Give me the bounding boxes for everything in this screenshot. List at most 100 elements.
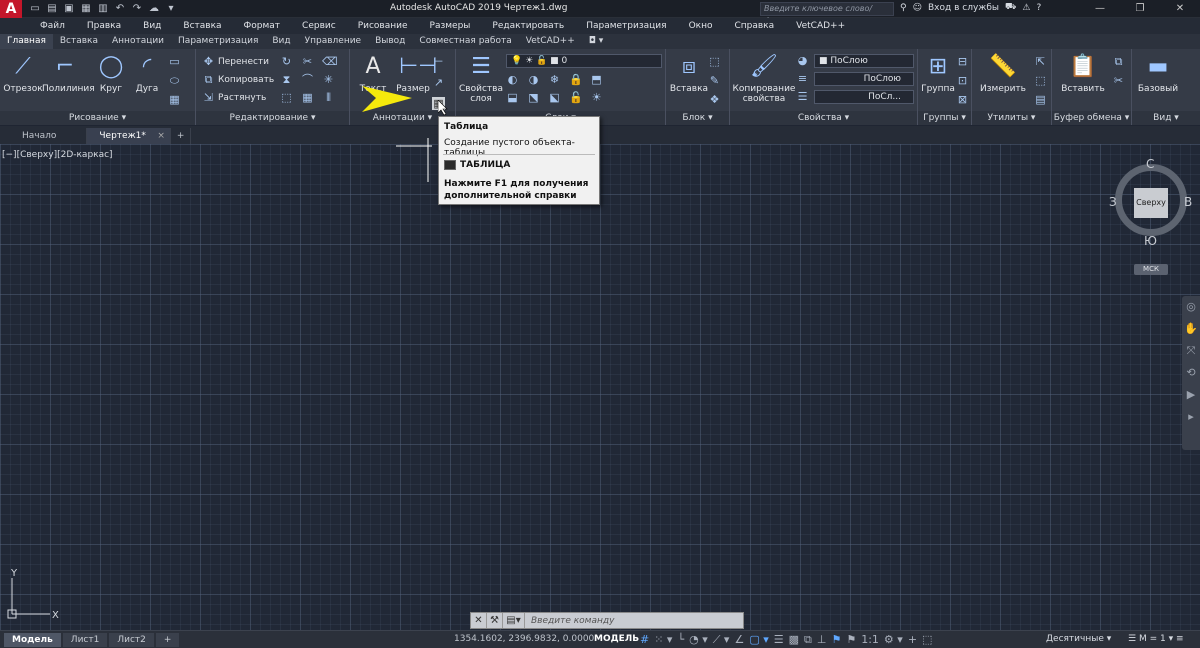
linetype-dropdown[interactable]: ПоСлою: [814, 72, 914, 86]
zoom-icon[interactable]: ⤧: [1182, 340, 1200, 362]
layer-lock-icon[interactable]: 🔒: [569, 73, 583, 86]
view-panel-label[interactable]: Вид ▾: [1132, 111, 1200, 125]
object-snap-icon[interactable]: ▢ ▾: [749, 633, 768, 647]
scale-value[interactable]: 1:1: [861, 633, 879, 647]
group-edit-icon[interactable]: ⊡: [956, 74, 969, 87]
open-icon[interactable]: ▤: [45, 2, 59, 15]
menu-insert[interactable]: Вставка: [172, 18, 232, 34]
draw-panel-label[interactable]: Рисование ▾: [0, 111, 195, 125]
transparency-icon[interactable]: ▩: [789, 633, 799, 647]
edit-block-icon[interactable]: ✎: [708, 74, 721, 87]
customize-icon[interactable]: ≡: [1176, 634, 1184, 644]
move-button[interactable]: ✥ Перенести: [202, 55, 269, 68]
lineweight-toggle-icon[interactable]: ☰: [774, 633, 784, 647]
layer-freeze-icon[interactable]: ❄: [548, 73, 561, 86]
isodraft-icon[interactable]: ⟋ ▾: [713, 633, 730, 647]
close-icon[interactable]: ✕: [1160, 0, 1200, 18]
tab-start[interactable]: Начало: [10, 128, 88, 144]
command-input[interactable]: Введите команду: [525, 616, 614, 626]
wcs-menu[interactable]: МСК: [1134, 264, 1168, 275]
isolate-objects-icon[interactable]: ⬚: [922, 633, 932, 647]
menu-tools[interactable]: Сервис: [291, 18, 347, 34]
scale-indicator[interactable]: ☰ M = 1 ▾ ≡: [1128, 634, 1184, 644]
tab-view[interactable]: Вид: [265, 34, 297, 49]
viewport-controls[interactable]: [−][Сверху][2D-каркас]: [2, 150, 113, 160]
add-tab-icon[interactable]: +: [171, 128, 192, 144]
help-icon[interactable]: ?: [1036, 3, 1041, 13]
pan-icon[interactable]: ✋: [1182, 318, 1200, 340]
color-dropdown[interactable]: ■ ПоСлою: [814, 54, 914, 68]
layer-dropdown[interactable]: 💡 ☀ 🔓 ■ 0: [506, 54, 662, 68]
line-button[interactable]: ⟋ Отрезок: [0, 53, 46, 94]
selection-cycling-icon[interactable]: ⧉: [804, 633, 812, 647]
layer-current-icon[interactable]: ⬒: [590, 73, 603, 86]
create-block-icon[interactable]: ⬚: [708, 55, 721, 68]
nav-options-icon[interactable]: ▸: [1182, 406, 1200, 428]
hatch-icon[interactable]: ▦: [168, 93, 181, 106]
linear-dim-icon[interactable]: ⊢: [432, 55, 445, 68]
properties-panel-label[interactable]: Свойства ▾: [730, 111, 917, 125]
layer-walk-icon[interactable]: ⬕: [548, 91, 561, 104]
close-icon[interactable]: ✕: [471, 613, 487, 628]
rectangle-icon[interactable]: ▭: [168, 55, 181, 68]
cart-icon[interactable]: ⛟: [1005, 2, 1016, 13]
menu-file[interactable]: Файл: [0, 18, 76, 34]
annotation-scale-icon[interactable]: ⚑: [831, 633, 841, 647]
save-icon[interactable]: ▣: [62, 2, 76, 15]
close-tab-icon[interactable]: ×: [157, 128, 165, 144]
layer-off-icon[interactable]: ◐: [506, 73, 519, 86]
ungroup-icon[interactable]: ⊟: [956, 55, 969, 68]
base-view-button[interactable]: ▬ Базовый: [1134, 53, 1182, 94]
coordinates-readout[interactable]: 1354.1602, 2396.9832, 0.0000: [454, 634, 594, 644]
menu-help[interactable]: Справка: [723, 18, 785, 34]
annotation-monitor-icon[interactable]: +: [908, 633, 917, 647]
tab-annotate[interactable]: Аннотации: [105, 34, 171, 49]
menu-dimension[interactable]: Размеры: [419, 18, 482, 34]
trim-icon[interactable]: ✂: [301, 55, 314, 68]
modify-panel-label[interactable]: Редактирование ▾: [196, 111, 349, 125]
fillet-icon[interactable]: ⌒: [301, 73, 314, 86]
menu-vetcad[interactable]: VetCAD++: [785, 18, 856, 34]
menu-edit[interactable]: Правка: [76, 18, 132, 34]
erase-icon[interactable]: ⌫: [322, 55, 338, 68]
binoculars-icon[interactable]: ⚲: [900, 3, 907, 13]
cut-icon[interactable]: ✂: [1112, 74, 1125, 87]
search-input[interactable]: Введите ключевое слово/фразу: [760, 2, 894, 25]
annotation-visibility-icon[interactable]: ⚑: [846, 633, 856, 647]
layer-isolate-icon[interactable]: ◑: [527, 73, 540, 86]
tab-manage[interactable]: Управление: [298, 34, 368, 49]
ellipse-icon[interactable]: ⬭: [168, 74, 181, 87]
new-icon[interactable]: ▭: [28, 2, 42, 15]
restore-icon[interactable]: ❐: [1120, 0, 1160, 18]
dynamic-ucs-icon[interactable]: ⊥: [817, 633, 827, 647]
menu-view[interactable]: Вид: [132, 18, 172, 34]
undo-icon[interactable]: ↶: [113, 2, 127, 15]
quick-select-icon[interactable]: ⇱: [1034, 55, 1047, 68]
select-all-icon[interactable]: ⬚: [1034, 74, 1047, 87]
tab-vetcad[interactable]: VetCAD++: [519, 34, 582, 49]
explode-icon[interactable]: ✳: [322, 73, 335, 86]
plot-icon[interactable]: ▥: [96, 2, 110, 15]
clipboard-panel-label[interactable]: Буфер обмена ▾: [1052, 111, 1131, 125]
copy-button[interactable]: ⧉ Копировать: [202, 73, 275, 86]
layer-unlock-icon[interactable]: 🔓: [569, 91, 583, 104]
mirror-icon[interactable]: ⧗: [280, 73, 293, 86]
share-icon[interactable]: ☁: [147, 2, 161, 15]
group-button[interactable]: ⊞ Группа: [918, 53, 958, 94]
login-button[interactable]: Вход в службы: [928, 3, 999, 13]
grid-icon[interactable]: #: [640, 633, 649, 647]
ortho-icon[interactable]: └: [677, 633, 684, 647]
compass-south[interactable]: Ю: [1144, 234, 1157, 248]
snap-icon[interactable]: ⁙ ▾: [654, 633, 672, 647]
calculator-icon[interactable]: ▤: [1034, 93, 1047, 106]
chevron-down-icon[interactable]: ▾: [164, 2, 178, 15]
menu-draw[interactable]: Рисование: [347, 18, 419, 34]
compass-north[interactable]: С: [1146, 157, 1154, 171]
minimize-icon[interactable]: —: [1080, 0, 1120, 18]
polar-icon[interactable]: ◔ ▾: [689, 633, 708, 647]
object-snap-tracking-icon[interactable]: ∠: [734, 633, 744, 647]
insert-button[interactable]: ⧈ Вставка: [666, 53, 712, 94]
showmotion-icon[interactable]: ▶: [1182, 384, 1200, 406]
utilities-panel-label[interactable]: Утилиты ▾: [972, 111, 1051, 125]
polyline-button[interactable]: ⌐ Полилиния: [42, 53, 95, 94]
